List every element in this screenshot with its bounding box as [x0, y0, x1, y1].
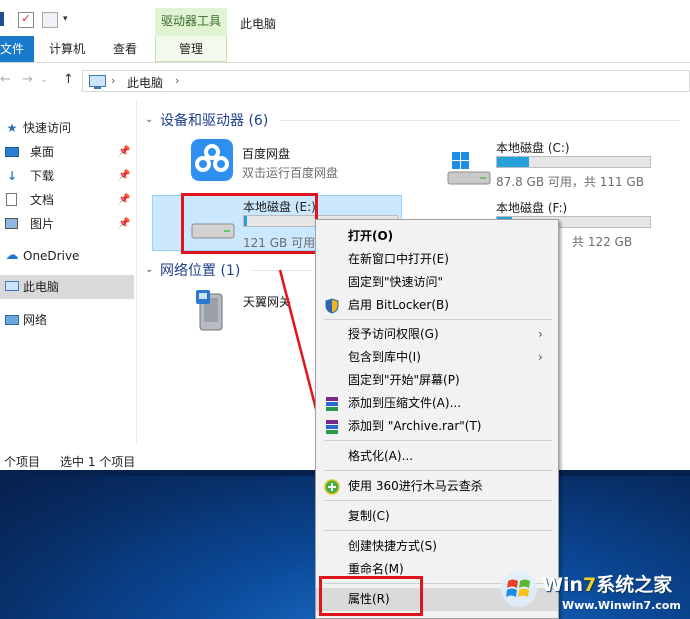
- menu-item-label: 使用 360进行木马云查杀: [348, 479, 483, 493]
- menu-item-label: 启用 BitLocker(B): [348, 298, 449, 312]
- menu-item-label: 授予访问权限(G): [348, 327, 439, 341]
- menu-item-label: 创建快捷方式(S): [348, 539, 437, 553]
- menu-separator: [324, 500, 552, 501]
- highlight-properties: [319, 576, 423, 616]
- watermark-url: Www.Winwin7.com: [562, 599, 681, 612]
- menu-grant-access[interactable]: 授予访问权限(G) ›: [316, 323, 558, 346]
- watermark-title-part: 7: [583, 574, 597, 596]
- menu-open-new-window[interactable]: 在新窗口中打开(E): [316, 248, 558, 271]
- menu-item-label: 固定到"开始"屏幕(P): [348, 373, 460, 387]
- windows-logo-icon: [501, 571, 537, 607]
- submenu-arrow-icon: ›: [538, 350, 543, 364]
- menu-copy[interactable]: 复制(C): [316, 505, 558, 528]
- menu-separator: [324, 440, 552, 441]
- menu-item-label: 包含到库中(I): [348, 350, 421, 364]
- menu-separator: [324, 470, 552, 471]
- winrar-icon: [326, 397, 338, 411]
- menu-item-label: 在新窗口中打开(E): [348, 252, 449, 266]
- menu-separator: [324, 319, 552, 320]
- menu-bitlocker[interactable]: 启用 BitLocker(B): [316, 294, 558, 317]
- watermark-title-part: Win: [542, 574, 583, 596]
- winrar-icon: [326, 420, 338, 434]
- watermark: Win7系统之家 Www.Winwin7.com: [500, 566, 690, 619]
- menu-create-shortcut[interactable]: 创建快捷方式(S): [316, 535, 558, 558]
- submenu-arrow-icon: ›: [538, 327, 543, 341]
- menu-360-scan[interactable]: 使用 360进行木马云查杀: [316, 475, 558, 498]
- menu-pin-quick-access[interactable]: 固定到"快速访问": [316, 271, 558, 294]
- menu-item-label: 格式化(A)...: [348, 449, 414, 463]
- watermark-title-part: 系统之家: [596, 574, 673, 596]
- menu-separator: [324, 530, 552, 531]
- menu-item-label: 添加到压缩文件(A)...: [348, 396, 462, 410]
- context-menu: 打开(O) 在新窗口中打开(E) 固定到"快速访问" 启用 BitLocker(…: [315, 219, 559, 619]
- menu-pin-start[interactable]: 固定到"开始"屏幕(P): [316, 369, 558, 392]
- menu-open[interactable]: 打开(O): [316, 225, 558, 248]
- menu-add-rar[interactable]: 添加到 "Archive.rar"(T): [316, 415, 558, 438]
- menu-add-archive[interactable]: 添加到压缩文件(A)...: [316, 392, 558, 415]
- menu-format[interactable]: 格式化(A)...: [316, 445, 558, 468]
- menu-include-library[interactable]: 包含到库中(I) ›: [316, 346, 558, 369]
- menu-item-label: 复制(C): [348, 509, 390, 523]
- menu-item-label: 添加到 "Archive.rar"(T): [348, 419, 482, 433]
- shield-icon: [325, 298, 339, 314]
- menu-item-label: 固定到"快速访问": [348, 275, 444, 289]
- 360-security-icon: [324, 479, 340, 495]
- watermark-title: Win7系统之家: [542, 570, 672, 597]
- menu-item-label: 打开(O): [348, 229, 394, 243]
